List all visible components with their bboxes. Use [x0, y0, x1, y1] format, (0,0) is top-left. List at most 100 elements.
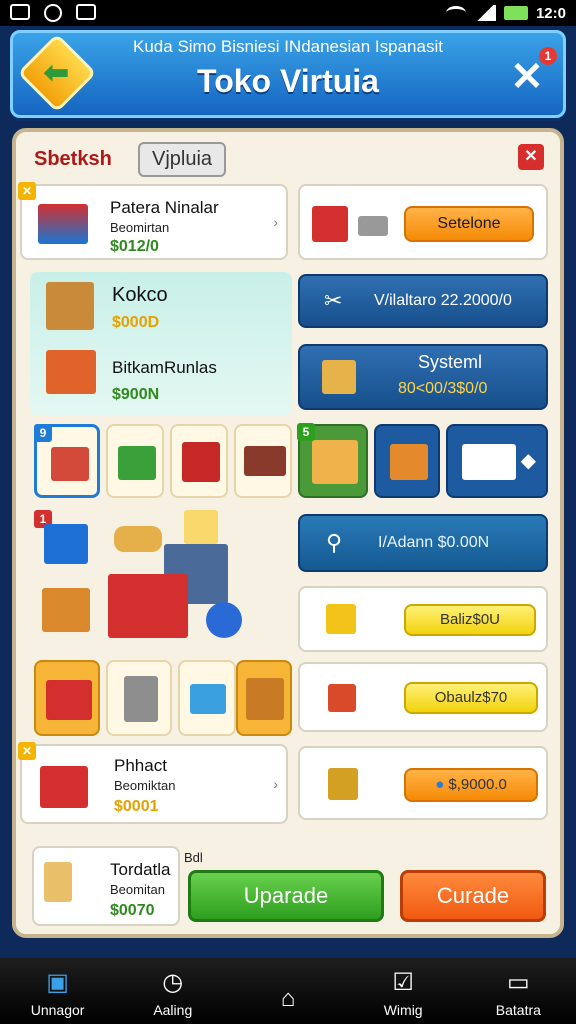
idann-label: I/Adann $0.00N [378, 534, 490, 551]
system-value: 80<00/3$0/0 [398, 380, 488, 397]
home-box-icon: ▣ [46, 969, 69, 996]
system-button[interactable]: Systeml 80<00/3$0/0 [298, 344, 548, 410]
thumb-shelf[interactable] [236, 660, 292, 736]
badge-icon [326, 604, 356, 634]
curade-button[interactable]: Curade [400, 870, 546, 922]
battery-icon [503, 6, 528, 20]
bottom-bar: Tordatla Beomitan $0070 Bdl Uparade Cura… [20, 840, 556, 928]
chevron-right-icon-2: › [273, 776, 278, 792]
nav-item-aaling[interactable]: ◷ Aaling [128, 969, 218, 1019]
upgrade-button[interactable]: Uparade [188, 870, 384, 922]
shop-panel: Sbetksh Vjpluia ✕ ✕ Patera Ninalar Beomi… [12, 128, 564, 938]
bottom-nav: ▣ Unnagor ◷ Aaling ⌂ ☑ Wimig ▭ Batatra [0, 958, 576, 1024]
nav-item-unnagor[interactable]: ▣ Unnagor [13, 969, 103, 1019]
sync-icon [44, 4, 62, 22]
tools-icon-2: ⚲ [326, 530, 343, 555]
toolbox-icon [46, 350, 96, 394]
thumb-truck[interactable]: ◆ [446, 424, 548, 498]
thumb-green-box[interactable] [106, 424, 164, 498]
bottom-item-card[interactable]: Tordatla Beomitan $0070 [32, 846, 180, 926]
can-icon [206, 602, 242, 638]
item-card-4[interactable]: ✕ Phhact Beomiktan $0001 › [18, 742, 288, 824]
thumb-tools[interactable] [374, 424, 440, 498]
nav-label: Wimig [383, 1002, 423, 1018]
camera-icon [76, 4, 96, 20]
price-label: $,9000.0 [448, 776, 507, 793]
device-icon [358, 216, 388, 236]
close-mini-icon: ✕ [18, 182, 36, 200]
nav-item-home[interactable]: ⌂ [243, 986, 333, 1018]
box-check-icon: ☑ [392, 969, 414, 996]
setelone-button[interactable]: Setelone [404, 206, 534, 242]
action-card-3: Obaulz$70 [298, 662, 548, 732]
nav-label: Batatra [495, 1002, 541, 1018]
bottom-extra: Bdl [184, 850, 203, 865]
notification-icon [10, 4, 30, 20]
star-icon [184, 510, 218, 544]
cooler-icon [46, 680, 92, 720]
people-icon [38, 204, 88, 244]
card-icon: ▭ [507, 969, 530, 996]
header-subtitle: Kuda Simo Bisniesi INdanesian Ispanasit [133, 37, 443, 56]
tab-shop[interactable]: Sbetksh [34, 148, 112, 171]
item-price-kokco: $000D [112, 314, 160, 331]
wifi-icon [445, 6, 466, 20]
crate-large-icon [108, 574, 188, 638]
diamond-icon: ◆ [520, 450, 536, 472]
action-card-2: Baliz$0U [298, 586, 548, 652]
clock-icon: ◷ [162, 969, 184, 996]
item-card-1[interactable]: ✕ Patera Ninalar Beomirtan $012/0 › [18, 182, 288, 260]
item-name-phhact: Phhact [114, 756, 167, 775]
thumb-basket[interactable]: 9 [34, 424, 100, 498]
thumb-cabinet-grey[interactable] [106, 660, 172, 736]
bottom-item-price: $0070 [110, 902, 155, 919]
price-button[interactable]: ● $,9000.0 [404, 768, 538, 802]
shop-header: ⬅ Kuda Simo Bisniesi INdanesian Ispanasi… [10, 30, 566, 118]
green-box-icon [118, 446, 156, 480]
close-mini-icon-2: ✕ [18, 742, 36, 760]
nav-item-wimig[interactable]: ☑ Wimig [358, 969, 448, 1019]
clock-time: 12:0 [535, 4, 566, 22]
bag-icon [190, 684, 226, 714]
notification-badge: 1 [539, 47, 557, 65]
jar-icon [328, 768, 358, 800]
crate-icon [46, 282, 94, 330]
shelf-icon [246, 678, 284, 720]
status-bar: 12:0 [0, 0, 576, 26]
basket-icon [51, 447, 89, 481]
chevron-right-icon: › [273, 214, 278, 230]
bread-icon [114, 526, 162, 552]
item-name: Patera Ninalar [110, 198, 219, 217]
thumb-red-cabinet[interactable] [170, 424, 228, 498]
cooler-blue-icon [40, 766, 88, 808]
nav-item-batatra[interactable]: ▭ Batatra [473, 969, 563, 1019]
thumb-cooler[interactable] [34, 660, 100, 736]
thumb-radio[interactable] [234, 424, 292, 498]
wilaltaro-button[interactable]: ✂ V/ilaltaro 22.2000/0 [298, 274, 548, 328]
item-name-kokco: Kokco [112, 284, 168, 306]
parcel-icon [42, 588, 90, 632]
idann-button[interactable]: ⚲ I/Adann $0.00N [298, 514, 548, 572]
obaulz-button[interactable]: Obaulz$70 [404, 682, 538, 714]
grey-cabinet-icon [124, 676, 158, 722]
nav-label: Aaling [153, 1002, 193, 1018]
box-icon [322, 360, 356, 394]
nav-label: Unnagor [30, 1002, 85, 1018]
signal-icon [473, 5, 496, 21]
thumb-bag[interactable] [178, 660, 236, 736]
item-name-bitkam: BitkamRunlas [112, 358, 217, 377]
close-button[interactable]: ✕ [507, 57, 547, 99]
cabinet-icon [182, 442, 220, 482]
house-icon: ⌂ [280, 985, 296, 1012]
promo-illustration: 1 [34, 510, 292, 650]
thumb-crate-selected[interactable]: 5 [297, 423, 368, 498]
page-title: Toko Virtuia [197, 63, 379, 99]
panel-close-button[interactable]: ✕ [518, 144, 544, 170]
baliz-button[interactable]: Baliz$0U [404, 604, 536, 636]
wilaltaro-label: V/ilaltaro 22.2000/0 [374, 292, 512, 309]
tab-search[interactable]: Vjpluia [138, 142, 227, 177]
item-price: $012/0 [110, 238, 159, 255]
truck-icon [462, 444, 516, 480]
gift-box-icon [312, 206, 348, 242]
bottom-item-category: Beomitan [110, 882, 165, 897]
